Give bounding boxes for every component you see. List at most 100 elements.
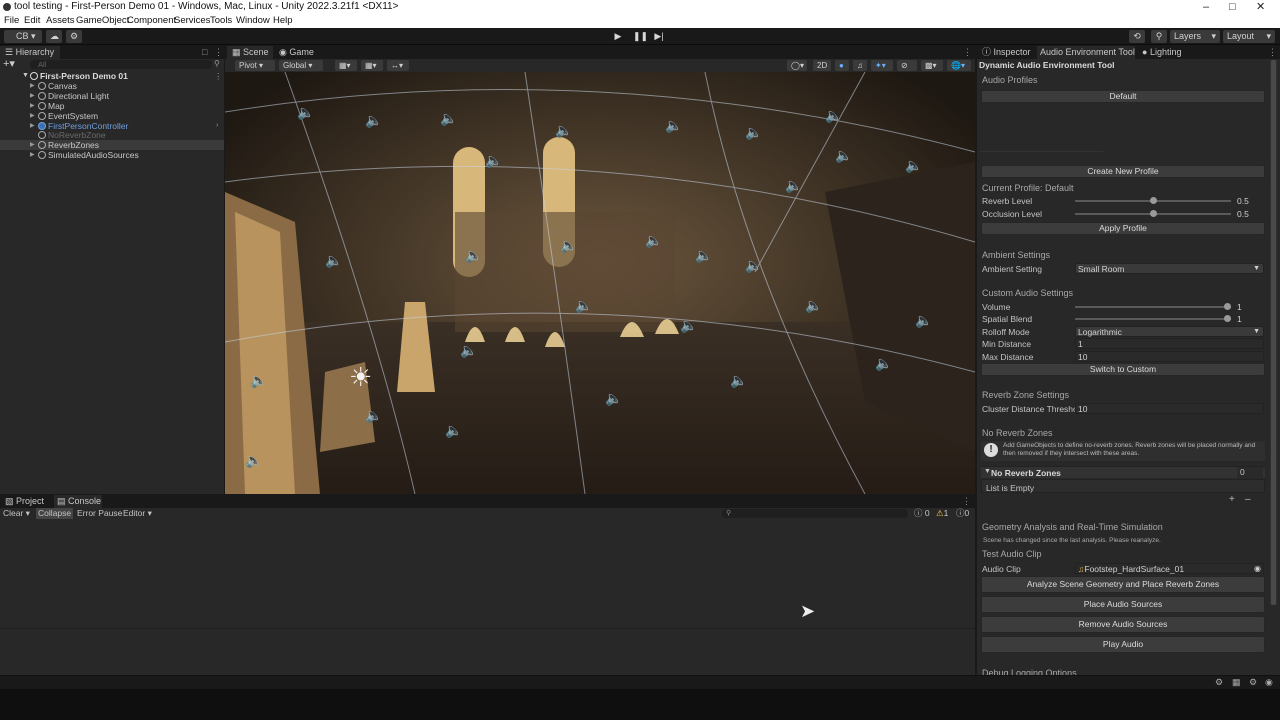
audio-source-gizmo-icon[interactable]: 🔈 bbox=[730, 372, 747, 389]
audio-source-gizmo-icon[interactable]: 🔈 bbox=[365, 112, 382, 129]
menu-window[interactable]: Window bbox=[236, 14, 270, 28]
place-audio-sources-button[interactable]: Place Audio Sources bbox=[981, 596, 1265, 613]
lock-icon[interactable]: □ bbox=[202, 46, 207, 59]
toggle-2d-button[interactable]: 2D bbox=[813, 60, 831, 71]
audio-clip-field[interactable]: ♫Footstep_HardSurface_01 ◉ bbox=[1075, 563, 1264, 574]
global-dropdown[interactable]: Global ▾ bbox=[279, 60, 323, 71]
collapse-button[interactable]: Collapse bbox=[36, 508, 74, 519]
grid-snap-icon[interactable]: ▦▾ bbox=[335, 60, 357, 71]
audio-source-gizmo-icon[interactable]: 🔈 bbox=[745, 124, 762, 141]
visibility-icon[interactable]: ⊘ bbox=[897, 60, 917, 71]
audio-source-gizmo-icon[interactable]: 🔈 bbox=[915, 312, 932, 329]
menu-file[interactable]: File bbox=[4, 14, 19, 28]
tab-game[interactable]: ◉ Game bbox=[277, 46, 317, 59]
audio-source-gizmo-icon[interactable]: 🔈 bbox=[250, 372, 267, 389]
editor-dropdown[interactable]: Editor ▾ bbox=[123, 508, 152, 519]
expand-icon[interactable]: ▶ bbox=[30, 101, 35, 111]
cluster-threshold-field[interactable]: 10 bbox=[1075, 403, 1264, 414]
audio-source-gizmo-icon[interactable]: 🔈 bbox=[440, 110, 457, 127]
cloud-icon[interactable]: ☁ bbox=[46, 30, 62, 43]
spatial-knob[interactable] bbox=[1224, 315, 1231, 322]
add-icon[interactable]: +▾ bbox=[3, 59, 15, 70]
audio-source-gizmo-icon[interactable]: 🔈 bbox=[680, 317, 697, 334]
light-gizmo-icon[interactable]: ☀ bbox=[349, 362, 372, 393]
reverb-level-value[interactable]: 0.5 bbox=[1237, 196, 1249, 206]
tab-project[interactable]: ▧ Project bbox=[2, 495, 50, 508]
remove-list-item-icon[interactable]: – bbox=[1245, 494, 1251, 505]
audio-source-gizmo-icon[interactable]: 🔈 bbox=[805, 297, 822, 314]
debug-icon[interactable]: ⚙ bbox=[1215, 677, 1223, 688]
audio-source-gizmo-icon[interactable]: 🔈 bbox=[825, 107, 842, 124]
occlusion-level-slider[interactable] bbox=[1075, 209, 1231, 219]
layout-dropdown[interactable]: Layout ▾ bbox=[1223, 30, 1275, 43]
hierarchy-item[interactable]: ▶ ReverbZones bbox=[0, 140, 224, 150]
inspector-scrollbar[interactable] bbox=[1270, 60, 1277, 605]
draw-mode-icon[interactable]: ◯▾ bbox=[787, 60, 807, 71]
audio-toggle-icon[interactable]: ♫ bbox=[853, 60, 867, 71]
audio-source-gizmo-icon[interactable]: 🔈 bbox=[905, 157, 922, 174]
account-button[interactable]: CB ▾ bbox=[4, 30, 42, 43]
audio-source-gizmo-icon[interactable]: 🔈 bbox=[460, 342, 477, 359]
tab-scene[interactable]: ▦ Scene bbox=[227, 46, 273, 59]
analyze-geometry-button[interactable]: Analyze Scene Geometry and Place Reverb … bbox=[981, 576, 1265, 593]
menu-gameobject[interactable]: GameObject bbox=[76, 14, 129, 28]
more-options-icon[interactable]: ⋮ bbox=[214, 46, 223, 59]
audio-source-gizmo-icon[interactable]: 🔈 bbox=[465, 247, 482, 264]
tab-audio-environment-tool[interactable]: Audio Environment Tool bbox=[1037, 46, 1135, 59]
audio-source-gizmo-icon[interactable]: 🔈 bbox=[485, 152, 502, 169]
menu-assets[interactable]: Assets bbox=[46, 14, 75, 28]
scene-options-icon[interactable]: ⋮ bbox=[214, 71, 223, 81]
tab-inspector[interactable]: ⓘ Inspector bbox=[979, 46, 1035, 59]
hierarchy-scene-row[interactable]: ▼ First-Person Demo 01 ⋮ bbox=[0, 71, 224, 81]
gizmos-icon[interactable]: 🌐▾ bbox=[947, 60, 971, 71]
clear-button[interactable]: Clear ▾ bbox=[3, 508, 30, 519]
spatial-blend-slider[interactable] bbox=[1075, 314, 1231, 324]
audio-source-gizmo-icon[interactable]: 🔈 bbox=[325, 252, 342, 269]
console-search-input[interactable]: ⚲ bbox=[722, 509, 908, 518]
expand-icon[interactable]: ▶ bbox=[30, 81, 35, 91]
ambient-setting-dropdown[interactable]: Small Room ▼ bbox=[1075, 263, 1264, 274]
layers-dropdown[interactable]: Layers ▾ bbox=[1170, 30, 1220, 43]
camera-icon[interactable]: ▩▾ bbox=[921, 60, 943, 71]
filter-icon[interactable]: ⚲ bbox=[214, 59, 220, 68]
audio-source-gizmo-icon[interactable]: 🔈 bbox=[365, 407, 382, 424]
audio-source-gizmo-icon[interactable]: 🔈 bbox=[665, 117, 682, 134]
hierarchy-item[interactable]: ▶ Map bbox=[0, 101, 224, 111]
error-count-toggle[interactable]: ⓘ0 bbox=[956, 508, 969, 519]
hierarchy-item[interactable]: ▶ Directional Light bbox=[0, 91, 224, 101]
pivot-dropdown[interactable]: Pivot ▾ bbox=[235, 60, 275, 71]
reverb-knob[interactable] bbox=[1149, 197, 1157, 204]
spatial-blend-value[interactable]: 1 bbox=[1237, 314, 1242, 324]
history-icon[interactable]: ⟲ bbox=[1129, 30, 1145, 43]
scene-more-icon[interactable]: ⋮ bbox=[963, 46, 972, 59]
menu-edit[interactable]: Edit bbox=[24, 14, 40, 28]
step-icon[interactable]: ▶| bbox=[653, 31, 665, 42]
apply-profile-button[interactable]: Apply Profile bbox=[981, 222, 1265, 235]
tab-lighting[interactable]: ● Lighting bbox=[1139, 46, 1189, 59]
tab-console[interactable]: ▤ Console bbox=[54, 495, 102, 508]
pause-icon[interactable]: ❚❚ bbox=[633, 31, 648, 42]
audio-source-gizmo-icon[interactable]: 🔈 bbox=[297, 104, 314, 121]
hierarchy-search-input[interactable]: All bbox=[30, 60, 212, 69]
occlusion-knob[interactable] bbox=[1149, 210, 1157, 217]
rolloff-mode-dropdown[interactable]: Logarithmic ▼ bbox=[1075, 326, 1264, 337]
search-icon[interactable]: ⚲ bbox=[1151, 30, 1167, 43]
warning-count-toggle[interactable]: ⚠1 bbox=[936, 508, 948, 519]
play-icon[interactable]: ▶ bbox=[612, 31, 624, 42]
menu-component[interactable]: Component bbox=[127, 14, 176, 28]
reverb-level-slider[interactable] bbox=[1075, 196, 1231, 206]
switch-to-custom-button[interactable]: Switch to Custom bbox=[981, 363, 1265, 376]
no-reverb-list-header[interactable]: ▼ No Reverb Zones 0 bbox=[981, 466, 1265, 478]
menu-help[interactable]: Help bbox=[273, 14, 293, 28]
volume-knob[interactable] bbox=[1224, 303, 1231, 310]
volume-value[interactable]: 1 bbox=[1237, 302, 1242, 312]
add-list-item-icon[interactable]: + bbox=[1229, 494, 1235, 505]
no-reverb-list-count[interactable]: 0 bbox=[1237, 467, 1263, 478]
expand-icon[interactable]: ▶ bbox=[30, 91, 35, 101]
audio-source-gizmo-icon[interactable]: 🔈 bbox=[835, 147, 852, 164]
notification-icon[interactable]: ◉ bbox=[1265, 677, 1273, 688]
audio-source-gizmo-icon[interactable]: 🔈 bbox=[785, 177, 802, 194]
audio-source-gizmo-icon[interactable]: 🔈 bbox=[695, 247, 712, 264]
audio-source-gizmo-icon[interactable]: 🔈 bbox=[875, 492, 892, 494]
create-profile-button[interactable]: Create New Profile bbox=[981, 165, 1265, 178]
